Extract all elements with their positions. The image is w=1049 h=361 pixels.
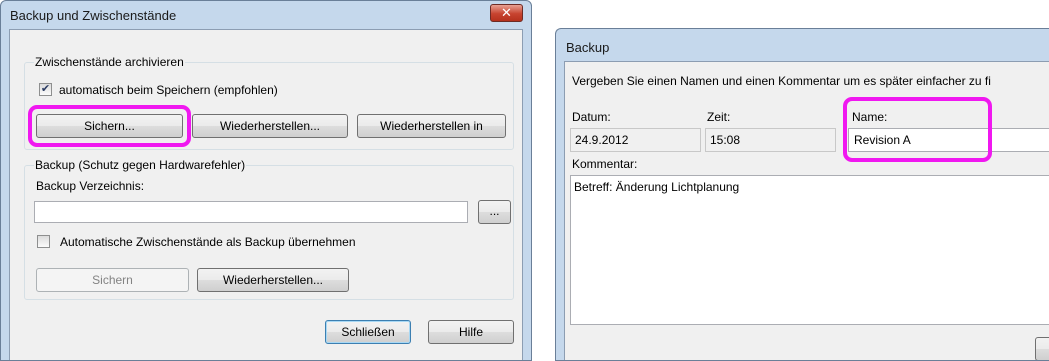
name-label: Name: <box>852 110 888 124</box>
backup-directory-label: Backup Verzeichnis: <box>36 179 145 193</box>
archive-restore-in-button[interactable]: Wiederherstellen in <box>357 114 506 138</box>
close-window-button[interactable]: ✕ <box>490 4 523 22</box>
backup-restore-button-label: Wiederherstellen... <box>222 273 324 287</box>
time-label: Zeit: <box>707 110 731 124</box>
archive-save-button[interactable]: Sichern... <box>36 114 183 138</box>
comment-value: Betreff: Änderung Lichtplanung <box>574 180 740 194</box>
archive-save-button-label: Sichern... <box>84 119 135 133</box>
comment-label: Kommentar: <box>572 157 638 171</box>
auto-backup-checkbox[interactable] <box>37 235 50 248</box>
close-button-label: Schließen <box>341 325 395 339</box>
dialog-title: Backup <box>566 40 610 55</box>
backup-save-button[interactable]: Sichern <box>36 268 189 292</box>
backup-directory-input[interactable] <box>34 201 468 223</box>
help-button[interactable]: Hilfe <box>428 320 514 344</box>
backup-save-button-label: Sichern <box>92 273 133 287</box>
dialog-client-area: Zwischenstände archivieren ✔ automatisch… <box>9 29 523 360</box>
name-value: Revision A <box>854 133 911 147</box>
backup-dialog: Backup Vergeben Sie einen Namen und eine… <box>555 28 1049 361</box>
auto-save-label[interactable]: automatisch beim Speichern (empfohlen) <box>59 83 278 97</box>
auto-backup-label[interactable]: Automatische Zwischenstände als Backup ü… <box>60 235 356 249</box>
archive-restore-button[interactable]: Wiederherstellen... <box>192 114 348 138</box>
date-label: Datum: <box>572 110 611 124</box>
archive-restore-in-button-label: Wiederherstellen in <box>380 119 483 133</box>
title-bar[interactable]: Backup und Zwischenstände <box>1 1 531 29</box>
archive-restore-button-label: Wiederherstellen... <box>219 119 321 133</box>
browse-button-label: ... <box>489 204 500 218</box>
title-bar[interactable]: Backup <box>556 29 1049 61</box>
close-icon: ✕ <box>501 5 512 20</box>
date-field: 24.9.2012 <box>570 128 701 152</box>
help-button-label: Hilfe <box>458 325 483 339</box>
archive-group-label: Zwischenstände archivieren <box>34 55 185 69</box>
instruction-text: Vergeben Sie einen Namen und einen Komme… <box>572 74 991 88</box>
browse-directory-button[interactable]: ... <box>478 200 511 224</box>
backup-zwischenstaende-dialog: Backup und Zwischenstände ✕ Zwischenstän… <box>0 0 532 361</box>
dialog-title: Backup und Zwischenstände <box>10 8 177 23</box>
checkmark-icon: ✔ <box>40 83 51 95</box>
backup-restore-button[interactable]: Wiederherstellen... <box>197 268 349 292</box>
dialog-client-area: Vergeben Sie einen Namen und einen Komme… <box>564 61 1049 360</box>
backup-group-label: Backup (Schutz gegen Hardwarefehler) <box>34 158 247 172</box>
close-button[interactable]: Schließen <box>325 320 411 344</box>
auto-save-checkbox[interactable]: ✔ <box>39 83 52 96</box>
time-value: 15:08 <box>710 133 741 147</box>
time-field: 15:08 <box>705 128 836 152</box>
name-input[interactable]: Revision A <box>848 128 1049 152</box>
ok-button-partial[interactable] <box>1035 337 1049 360</box>
date-value: 24.9.2012 <box>575 133 629 147</box>
comment-textarea[interactable]: Betreff: Änderung Lichtplanung <box>570 175 1049 325</box>
